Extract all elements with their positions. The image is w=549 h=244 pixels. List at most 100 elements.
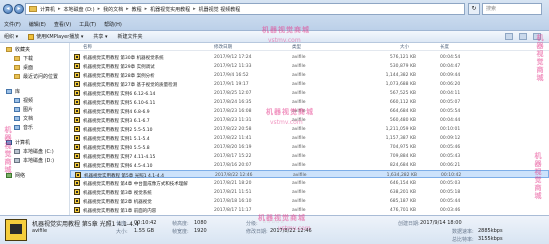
file-duration: 00:10:01: [440, 126, 461, 132]
file-row[interactable]: 机器视觉实用教程 第27章 基于视觉的质量检测 2017/9/1 19:17 avi…: [70, 80, 549, 88]
video-file-icon: [74, 189, 80, 195]
file-row[interactable]: 机器视觉实用教程 第30章 机器视觉系统 2017/9/12 17:24 avifi…: [70, 53, 549, 61]
file-row[interactable]: 机器视觉实用教程 第4章 中台面成像方式和技术理解 2017/8/21 18:20…: [70, 179, 549, 187]
file-size: 709,884 KB: [389, 153, 416, 159]
details-frame-height-label: 帧高度:: [172, 221, 189, 227]
file-size: 567,525 KB: [389, 90, 416, 96]
sidebar-item-label: 本地磁盘 (D:): [23, 158, 55, 164]
video-file-icon: [74, 63, 80, 69]
file-name: 机器视觉实用教程 实例2 5.5-5.10: [83, 127, 153, 133]
video-file-icon: [74, 99, 80, 105]
file-row[interactable]: 机器视觉实用教程 第1章 前面的内容 2017/8/17 11:17 avifile…: [70, 206, 549, 214]
menu-tools[interactable]: 工具(T): [79, 21, 96, 28]
file-size: 704,975 KB: [389, 144, 416, 150]
file-type: avifile: [292, 180, 306, 186]
play-label: 使用KMPlayer播放 ▾: [36, 34, 84, 40]
disk-icon: [14, 158, 20, 163]
sidebar-item-label: 视频: [23, 98, 34, 104]
sidebar-item[interactable]: 下载: [0, 54, 69, 63]
share-button[interactable]: 共享 ▾: [93, 33, 107, 40]
watermark-url: vstmv.com: [268, 37, 301, 44]
search-input[interactable]: 搜索: [482, 3, 542, 15]
sidebar-item-label: 桌面: [23, 65, 34, 71]
forward-button[interactable]: ▸: [14, 4, 24, 14]
file-row[interactable]: 机器视觉实用教程 第2章 机器视觉 2017/8/18 16:10 avifile 6…: [70, 197, 549, 205]
file-duration: 00:05:46: [440, 144, 461, 150]
details-data-rate-label: 数据速率:: [452, 229, 474, 235]
sidebar-item[interactable]: 库: [0, 87, 69, 96]
file-size: 476,701 KB: [389, 207, 416, 213]
breadcrumb-video-folder[interactable]: 机器视觉 视频教程: [199, 6, 244, 13]
sidebar-item[interactable]: 视频: [0, 96, 69, 105]
library-icon: [14, 125, 20, 130]
back-button[interactable]: ◂: [3, 4, 13, 14]
file-size: 664,684 KB: [389, 108, 416, 114]
view-options-icon[interactable]: [505, 33, 513, 40]
file-row[interactable]: 机器视觉实用教程 实例6 4.5-4.10 2017/8/16 20:07 avif…: [70, 161, 549, 169]
breadcrumb-my-documents[interactable]: 我的文档: [103, 6, 126, 13]
file-name: 机器视觉实用教程 第28章 案例分析: [83, 73, 155, 79]
column-date[interactable]: 修改日期: [214, 44, 232, 50]
file-date: 2017/8/22 12:46: [215, 172, 253, 178]
breadcrumb-computer[interactable]: 计算机: [40, 6, 58, 13]
file-row[interactable]: 机器视觉实用教程 第3章 视觉系统 2017/8/21 11:51 avifile 6…: [70, 188, 549, 196]
organize-button[interactable]: 组织 ▾: [4, 33, 18, 40]
video-file-icon: [74, 117, 80, 123]
file-type: avifile: [292, 99, 306, 105]
breadcrumb-course[interactable]: 机器视觉实用教程: [150, 6, 193, 13]
menu-view[interactable]: 查看(V): [54, 21, 71, 28]
sidebar-item[interactable]: 图片: [0, 105, 69, 114]
sidebar-item-label: 计算机: [15, 140, 31, 146]
file-type: avifile: [292, 72, 306, 78]
column-size[interactable]: 大小: [400, 44, 409, 50]
details-total-bitrate: 3155kbps: [478, 236, 503, 242]
preview-pane-icon[interactable]: [519, 33, 527, 40]
file-duration: 00:05:07: [440, 99, 461, 105]
file-row[interactable]: 机器视觉实用教程 第28章 案例分析 2017/9/4 16:52 avifile 1…: [70, 71, 549, 79]
file-row[interactable]: 机器视觉实用教程 实例6 6.12-6.14 2017/8/25 12:07 avi…: [70, 89, 549, 97]
file-name: 机器视觉实用教程 实例6 4.5-4.10: [83, 163, 153, 169]
file-row[interactable]: 机器视觉实用教程 实例7 4.11-4.15 2017/8/17 15:22 avi…: [70, 152, 549, 160]
video-file-icon: [74, 162, 80, 168]
file-duration: 00:05:43: [440, 153, 461, 159]
breadcrumb-tutorial[interactable]: 教程: [132, 6, 145, 13]
library-icon: [14, 116, 20, 121]
file-date: 2017/8/21 11:51: [214, 189, 252, 195]
play-with-kmplayer-button[interactable]: 使用KMPlayer播放 ▾: [28, 33, 83, 40]
menu-file[interactable]: 文件(F): [4, 21, 21, 28]
file-size: 530,879 KB: [389, 63, 416, 69]
column-type[interactable]: 类型: [292, 44, 301, 50]
menu-help[interactable]: 帮助(H): [104, 21, 122, 28]
sidebar-item[interactable]: 桌面: [0, 63, 69, 72]
menu-edit[interactable]: 编辑(E): [29, 21, 46, 28]
column-duration[interactable]: 长度: [440, 44, 449, 50]
file-duration: 00:10:42: [441, 172, 462, 178]
video-thumbnail-icon: [5, 219, 27, 241]
details-frame-height: 1080: [194, 220, 207, 226]
file-date: 2017/8/22 20:58: [214, 126, 252, 132]
sidebar-item[interactable]: 最近访问的位置: [0, 72, 69, 81]
file-row[interactable]: 机器视觉实用教程 实例5 6.10-6.11 2017/8/24 16:35 avi…: [70, 98, 549, 106]
file-size: 660,112 KB: [389, 99, 416, 105]
sidebar-item[interactable]: 文档: [0, 114, 69, 123]
file-date: 2017/8/21 18:20: [214, 180, 252, 186]
file-row[interactable]: 机器视觉实用教程 第29章 实例调试 2017/9/12 11:33 avifile…: [70, 62, 549, 70]
file-duration: 00:05:54: [440, 108, 461, 114]
sidebar-item-label: 最近访问的位置: [23, 74, 59, 80]
file-row[interactable]: 机器视觉实用教程 实例3 6.1-6.7 2017/8/23 11:31 avifi…: [70, 116, 549, 124]
file-row[interactable]: 机器视觉实用教程 实例0 5.5-5.8 2017/8/20 16:19 avifi…: [70, 143, 549, 151]
file-date: 2017/8/23 16:08: [214, 108, 252, 114]
column-name[interactable]: 名称: [83, 44, 92, 50]
new-folder-button[interactable]: 新建文件夹: [117, 33, 142, 40]
file-row[interactable]: 机器视觉实用教程 第5章 光照1 4.1-4.4 2017/8/22 12:46 a…: [70, 170, 549, 179]
file-row[interactable]: 机器视觉实用教程 实例1 5.1-5.4 2017/8/22 11:41 avifi…: [70, 134, 549, 142]
details-length-label: 长度:: [116, 221, 128, 227]
sidebar-item[interactable]: 收藏夹: [0, 45, 69, 54]
file-date: 2017/8/16 20:07: [214, 162, 252, 168]
address-bar[interactable]: 计算机 ▸ 本地磁盘 (D:) ▸ 我的文档 ▸ 教程 ▸ 机器视觉实用教程 ▸…: [25, 3, 465, 15]
breadcrumb-drive-d[interactable]: 本地磁盘 (D:): [64, 6, 98, 13]
file-row[interactable]: 机器视觉实用教程 实例2 5.5-5.10 2017/8/22 20:58 avif…: [70, 125, 549, 133]
file-duration: 00:05:18: [440, 189, 461, 195]
watermark-text: 机器视觉商城: [262, 26, 310, 34]
refresh-button[interactable]: ↻: [468, 3, 480, 15]
